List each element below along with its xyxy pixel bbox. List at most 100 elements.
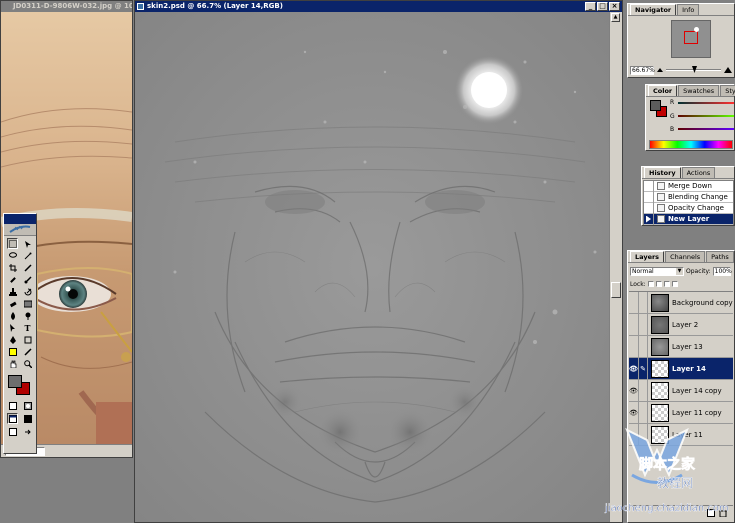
tab-info[interactable]: Info — [677, 4, 700, 15]
eye-icon[interactable]: 👁 — [629, 379, 639, 402]
layer-row[interactable]: Background copy — [629, 292, 733, 314]
channel-r-slider[interactable] — [678, 102, 734, 104]
color-spectrum-ramp[interactable] — [649, 140, 733, 149]
lock-pixels-checkbox[interactable] — [655, 281, 662, 287]
layer-row-selected[interactable]: 👁 ✎ Layer 14 — [629, 357, 733, 380]
shape-tool-icon[interactable] — [22, 334, 33, 345]
navigator-view-box[interactable] — [684, 31, 698, 44]
layer-name: Layer 13 — [672, 342, 703, 351]
layer-row[interactable]: Layer 2 — [629, 313, 733, 336]
main-canvas[interactable] — [135, 12, 609, 522]
gradient-tool-icon[interactable] — [22, 298, 33, 309]
slice-tool-icon[interactable] — [22, 262, 33, 273]
zoom-in-icon[interactable] — [724, 66, 732, 74]
eye-icon[interactable]: 👁 — [629, 357, 639, 380]
channel-g-slider[interactable] — [678, 115, 734, 117]
toolbox-logo[interactable] — [4, 224, 36, 236]
toolbox-title-bar[interactable] — [4, 214, 36, 224]
layer-thumbnail — [651, 293, 669, 312]
history-item[interactable]: Blending Change — [644, 191, 733, 203]
main-document-title-bar[interactable]: skin2.psd @ 66.7% (Layer 14,RGB) _ □ × — [135, 1, 622, 12]
close-button[interactable]: × — [609, 2, 620, 11]
history-item[interactable]: Merge Down — [644, 180, 733, 192]
tab-swatches[interactable]: Swatches — [678, 85, 720, 96]
blur-tool-icon[interactable] — [7, 310, 18, 321]
color-fg-swatch[interactable] — [650, 100, 661, 111]
history-item[interactable]: Opacity Change — [644, 202, 733, 214]
path-selection-icon[interactable] — [7, 322, 18, 333]
eyedropper-icon[interactable] — [22, 346, 33, 357]
layer-name: Layer 14 — [672, 364, 706, 373]
tab-layers[interactable]: Layers — [630, 251, 665, 262]
tab-actions[interactable]: Actions — [681, 167, 716, 178]
dodge-tool-icon[interactable] — [22, 310, 33, 321]
brush-tool-icon[interactable] — [22, 274, 33, 285]
eraser-tool-icon[interactable] — [7, 298, 18, 309]
screen-mode-full-icon[interactable] — [22, 413, 33, 424]
navigator-panel: Navigator Info 66.67% — [627, 3, 735, 78]
zoom-tool-icon[interactable] — [22, 358, 33, 369]
screen-mode-standard-icon[interactable] — [7, 413, 18, 424]
history-state-icon — [657, 182, 665, 190]
layer-row[interactable]: 👁 Layer 14 copy — [629, 379, 733, 402]
lock-position-checkbox[interactable] — [663, 281, 670, 287]
scroll-up-button[interactable]: ▲ — [611, 13, 620, 22]
layer-thumbnail — [651, 403, 669, 422]
hand-tool-icon[interactable] — [7, 358, 18, 369]
history-list: Merge Down Blending Change Opacity Chang… — [643, 180, 734, 225]
navigator-zoom-slider[interactable] — [666, 66, 721, 73]
lasso-tool-icon[interactable] — [7, 250, 18, 261]
jump-to-imageready-icon[interactable] — [22, 426, 33, 437]
layer-thumbnail — [651, 381, 669, 400]
document-icon — [137, 3, 144, 10]
channel-b-slider[interactable] — [678, 128, 734, 130]
history-brush-icon[interactable] — [22, 286, 33, 297]
tab-color[interactable]: Color — [648, 85, 678, 96]
pen-tool-icon[interactable] — [7, 334, 18, 345]
blend-mode-select[interactable]: Normal ▼ — [630, 266, 684, 276]
layer-visibility-toggle[interactable] — [629, 292, 639, 314]
main-document-window[interactable]: skin2.psd @ 66.7% (Layer 14,RGB) _ □ × ▲ — [134, 0, 623, 523]
color-swatches[interactable] — [4, 373, 36, 399]
notes-tool-icon[interactable] — [7, 346, 18, 357]
crop-tool-icon[interactable] — [7, 262, 18, 273]
quick-mask-icon[interactable] — [22, 400, 33, 411]
type-tool-icon[interactable]: T — [22, 322, 33, 333]
history-state-icon — [657, 215, 665, 223]
minimize-button[interactable]: _ — [585, 2, 596, 11]
maximize-button[interactable]: □ — [597, 2, 608, 11]
tab-navigator[interactable]: Navigator — [630, 4, 677, 15]
history-item-selected[interactable]: New Layer — [644, 213, 733, 225]
tab-history[interactable]: History — [644, 167, 681, 178]
watermark: 脚本之家 教程网 jiaocheng.chazidian.com — [597, 420, 735, 523]
tab-paths[interactable]: Paths — [706, 251, 734, 262]
history-state-slider[interactable] — [646, 215, 651, 223]
marquee-tool-icon[interactable] — [7, 238, 18, 249]
move-tool-icon[interactable] — [22, 238, 33, 249]
layer-row[interactable]: Layer 13 — [629, 335, 733, 358]
navigator-zoom-field[interactable]: 66.67% — [630, 65, 655, 75]
healing-brush-icon[interactable] — [7, 274, 18, 285]
clone-stamp-icon[interactable] — [7, 286, 18, 297]
channel-r-label: R — [670, 99, 675, 106]
layer-visibility-toggle[interactable] — [629, 313, 639, 336]
tab-styles[interactable]: Styles — [720, 85, 735, 96]
standard-mode-icon[interactable] — [7, 400, 18, 411]
tab-channels[interactable]: Channels — [665, 251, 706, 262]
scroll-thumb[interactable] — [611, 282, 621, 298]
layer-visibility-toggle[interactable] — [629, 335, 639, 358]
magic-wand-icon[interactable] — [22, 250, 33, 261]
lock-all-checkbox[interactable] — [671, 281, 678, 287]
screen-mode-menu-icon[interactable] — [7, 426, 18, 437]
opacity-label: Opacity: — [686, 267, 711, 275]
foreground-color-swatch[interactable] — [8, 375, 22, 388]
feather-icon — [9, 225, 31, 233]
navigator-preview[interactable] — [671, 20, 711, 58]
zoom-out-icon[interactable] — [657, 67, 663, 73]
photo-document-title-bar[interactable]: JD0311-D-9806W-032.jpg @ 100% (RGB) — [1, 1, 132, 12]
skin-texture-image — [135, 12, 609, 522]
lock-transparency-checkbox[interactable] — [647, 281, 654, 287]
opacity-field[interactable]: 100% — [712, 266, 732, 276]
history-state-icon — [657, 193, 665, 201]
layer-thumbnail — [651, 359, 669, 378]
